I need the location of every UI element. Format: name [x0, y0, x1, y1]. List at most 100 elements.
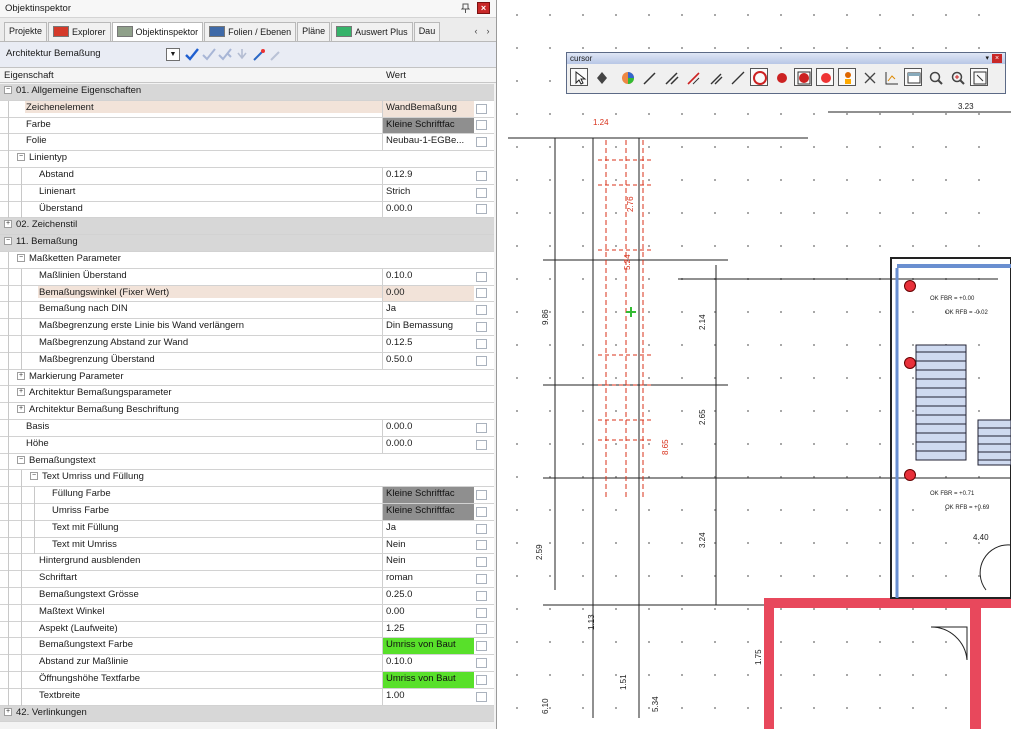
property-row[interactable]: Maßtext Winkel 0.00: [0, 604, 494, 622]
property-value[interactable]: WandBemaßung: [382, 100, 474, 117]
property-row[interactable]: Füllung Farbe Kleine Schriftfac: [0, 487, 494, 504]
line-icon[interactable]: [728, 68, 746, 86]
property-value[interactable]: 1.00: [382, 688, 474, 705]
property-row[interactable]: Basis 0.00.0: [0, 420, 494, 437]
collapse-icon[interactable]: −: [17, 254, 25, 262]
tab-auswert-plus[interactable]: Auswert Plus: [331, 22, 413, 41]
collapse-icon[interactable]: −: [17, 455, 25, 464]
property-row[interactable]: Überstand 0.00.0: [0, 201, 494, 219]
property-lock-checkbox[interactable]: [476, 691, 487, 702]
collapse-icon[interactable]: −: [4, 237, 12, 246]
property-value[interactable]: Nein: [382, 537, 474, 554]
property-lock-checkbox[interactable]: [476, 574, 487, 585]
property-value[interactable]: 0.00.0: [382, 436, 474, 453]
property-value[interactable]: 0.12.5: [382, 336, 474, 352]
collapse-icon[interactable]: −: [30, 472, 38, 481]
property-lock-checkbox[interactable]: [476, 607, 487, 618]
check-gray-2-icon[interactable]: [217, 47, 233, 62]
pointer-select-icon[interactable]: [570, 68, 588, 86]
property-row[interactable]: Text mit Füllung Ja: [0, 520, 494, 538]
property-lock-checkbox[interactable]: [476, 103, 487, 114]
property-value[interactable]: Kleine Schriftfac: [382, 504, 474, 520]
property-row[interactable]: Aspekt (Laufweite) 1.25: [0, 621, 494, 639]
property-lock-checkbox[interactable]: [476, 204, 487, 215]
property-lock-checkbox[interactable]: [476, 120, 487, 131]
expand-icon[interactable]: +: [17, 371, 25, 380]
property-row[interactable]: Bemaßung nach DIN Ja: [0, 302, 494, 320]
toolbar-menu-icon[interactable]: ▾: [985, 53, 989, 64]
apply-check-icon[interactable]: [184, 47, 200, 62]
property-lock-checkbox[interactable]: [476, 523, 487, 534]
property-value[interactable]: 0.00: [382, 285, 474, 302]
snap-icon[interactable]: [592, 68, 610, 86]
property-value[interactable]: 0.10.0: [382, 655, 474, 671]
property-row[interactable]: Text mit Umriss Nein: [0, 537, 494, 555]
tab-dau[interactable]: Dau: [413, 22, 441, 41]
property-lock-checkbox[interactable]: [476, 422, 487, 433]
zoom-plus-icon[interactable]: [948, 68, 966, 86]
property-subgroup-row[interactable]: + Architektur Bemaßung Beschriftung: [0, 403, 494, 420]
expand-icon[interactable]: +: [4, 220, 12, 229]
property-lock-checkbox[interactable]: [476, 439, 487, 450]
property-lock-checkbox[interactable]: [476, 658, 487, 669]
graph-icon[interactable]: [882, 68, 900, 86]
property-row[interactable]: Textbreite 1.00: [0, 688, 494, 706]
pin-icon[interactable]: [460, 3, 471, 13]
property-value[interactable]: roman: [382, 571, 474, 587]
pipette-gray-icon[interactable]: [268, 47, 284, 62]
angle-red-icon[interactable]: [684, 68, 702, 86]
property-lock-checkbox[interactable]: [476, 271, 487, 282]
property-lock-checkbox[interactable]: [476, 338, 487, 349]
property-subgroup-row[interactable]: + Architektur Bemaßungsparameter: [0, 386, 494, 404]
property-subgroup-row[interactable]: − Bemaßungstext: [0, 453, 494, 471]
property-row[interactable]: Zeichenelement WandBemaßung: [0, 100, 494, 118]
property-row[interactable]: Folie Neubau-1-EGBe...: [0, 134, 494, 152]
property-row[interactable]: Umriss Farbe Kleine Schriftfac: [0, 504, 494, 521]
property-row[interactable]: Maßbegrenzung Abstand zur Wand 0.12.5: [0, 336, 494, 353]
property-value[interactable]: Kleine Schriftfac: [382, 117, 474, 134]
property-lock-checkbox[interactable]: [476, 288, 487, 299]
property-row[interactable]: Öffnungshöhe Textfarbe Umriss von Baut: [0, 672, 494, 689]
property-value[interactable]: 0.10.0: [382, 268, 474, 285]
angle-line-icon[interactable]: [640, 68, 658, 86]
property-row[interactable]: Bemaßungswinkel (Fixer Wert) 0.00: [0, 285, 494, 303]
person-icon[interactable]: [838, 68, 856, 86]
property-value[interactable]: 1.25: [382, 621, 474, 638]
property-value[interactable]: 0.00.0: [382, 420, 474, 436]
property-row[interactable]: Höhe 0.00.0: [0, 436, 494, 454]
drawing-canvas[interactable]: 1.24 2.76 5.24 9.86 2.14 8.65 2.65 2.59 3.24 4.40…: [498, 0, 1011, 729]
color-wheel-icon[interactable]: [618, 68, 636, 86]
collapse-icon[interactable]: −: [17, 153, 25, 162]
property-lock-checkbox[interactable]: [476, 641, 487, 652]
property-value[interactable]: Nein: [382, 554, 474, 571]
property-lock-checkbox[interactable]: [476, 170, 487, 181]
tab-scroll-right-icon[interactable]: ›: [482, 24, 494, 38]
object-type-dropdown[interactable]: ▼: [166, 48, 180, 61]
close-icon[interactable]: ×: [477, 2, 490, 14]
pipette-icon[interactable]: [251, 47, 267, 62]
tab-explorer[interactable]: Explorer: [48, 22, 111, 41]
property-group-row[interactable]: +42. Verlinkungen: [0, 705, 494, 723]
property-row[interactable]: Hintergrund ausblenden Nein: [0, 554, 494, 572]
expand-icon[interactable]: +: [17, 388, 25, 397]
circle-snap-icon[interactable]: [750, 68, 768, 86]
property-lock-checkbox[interactable]: [476, 322, 487, 333]
tab-projekte[interactable]: Projekte: [4, 22, 48, 41]
property-row[interactable]: Maßlinien Überstand 0.10.0: [0, 268, 494, 286]
property-value[interactable]: Umriss von Baut: [382, 672, 474, 688]
property-row[interactable]: Abstand zur Maßlinie 0.10.0: [0, 655, 494, 672]
pick-gray-icon[interactable]: [234, 47, 250, 62]
property-value[interactable]: Strich: [382, 184, 474, 201]
tab-scroll-left-icon[interactable]: ‹: [470, 24, 482, 38]
property-lock-checkbox[interactable]: [476, 490, 487, 501]
measure-b-icon[interactable]: [816, 68, 834, 86]
property-row[interactable]: Bemaßungstext Farbe Umriss von Baut: [0, 638, 494, 656]
property-value[interactable]: 0.50.0: [382, 352, 474, 369]
window-icon[interactable]: [904, 68, 922, 86]
property-value[interactable]: Kleine Schriftfac: [382, 487, 474, 503]
property-lock-checkbox[interactable]: [476, 590, 487, 601]
property-value[interactable]: 0.00.0: [382, 201, 474, 218]
property-lock-checkbox[interactable]: [476, 540, 487, 551]
property-group-row[interactable]: +02. Zeichenstil: [0, 218, 494, 236]
scissors-icon[interactable]: [860, 68, 878, 86]
